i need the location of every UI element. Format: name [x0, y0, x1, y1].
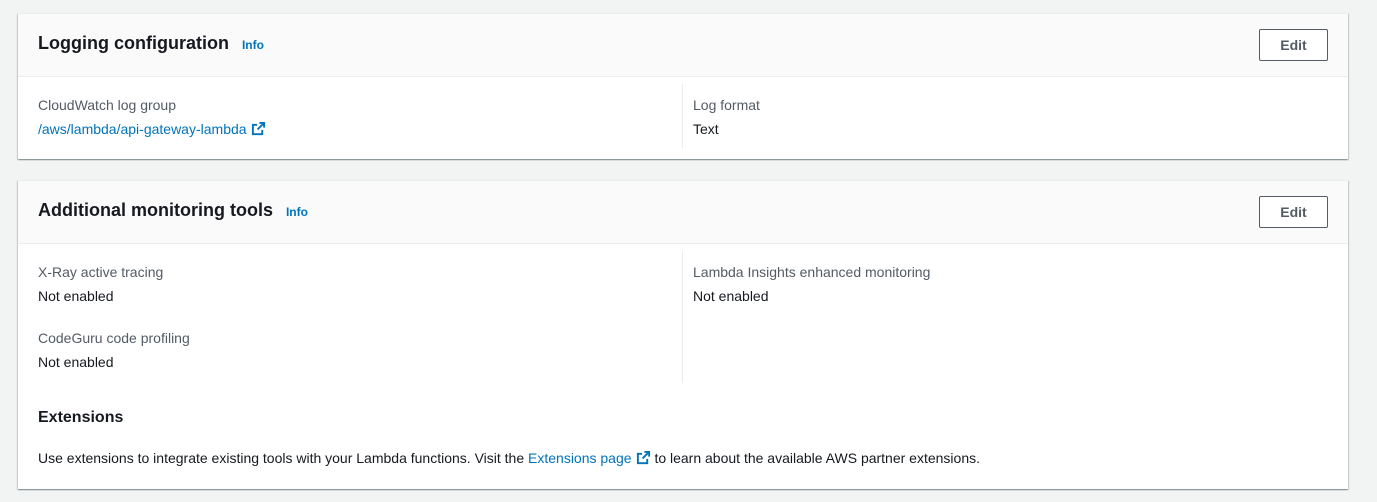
log-format-label: Log format [693, 97, 760, 113]
codeguru-profiling-label: CodeGuru code profiling [38, 330, 190, 346]
log-format-value: Text [693, 121, 719, 137]
logging-configuration-title: Logging configuration Info [38, 33, 264, 54]
lambda-insights-value: Not enabled [693, 288, 769, 304]
logging-info-link[interactable]: Info [242, 38, 264, 52]
additional-monitoring-heading: Additional monitoring tools [38, 200, 273, 220]
monitoring-info-link[interactable]: Info [286, 205, 308, 219]
column-divider [682, 84, 683, 148]
cloudwatch-log-group-link[interactable]: /aws/lambda/api-gateway-lambda [38, 121, 247, 137]
xray-tracing-field: X-Ray active tracing Not enabled [38, 262, 163, 306]
extensions-text-after: to learn about the available AWS partner… [654, 450, 981, 466]
column-divider [682, 251, 683, 383]
additional-monitoring-panel: Additional monitoring tools Info Edit X-… [18, 180, 1348, 489]
external-link-icon[interactable] [251, 121, 266, 141]
logging-edit-button[interactable]: Edit [1259, 29, 1328, 61]
lambda-insights-label: Lambda Insights enhanced monitoring [693, 264, 931, 280]
logging-configuration-panel: Logging configuration Info Edit CloudWat… [18, 13, 1348, 159]
lambda-insights-field: Lambda Insights enhanced monitoring Not … [693, 262, 930, 306]
logging-configuration-heading: Logging configuration [38, 33, 229, 53]
additional-monitoring-title: Additional monitoring tools Info [38, 200, 308, 221]
log-format-field: Log format Text [693, 95, 760, 139]
cloudwatch-log-group-field: CloudWatch log group /aws/lambda/api-gat… [38, 95, 266, 141]
cloudwatch-log-group-label: CloudWatch log group [38, 97, 177, 113]
codeguru-profiling-field: CodeGuru code profiling Not enabled [38, 328, 190, 372]
extensions-heading: Extensions [38, 409, 124, 426]
xray-tracing-value: Not enabled [38, 288, 114, 304]
logging-configuration-header: Logging configuration Info Edit [18, 14, 1348, 77]
codeguru-profiling-value: Not enabled [38, 354, 114, 370]
xray-tracing-label: X-Ray active tracing [38, 264, 164, 280]
extensions-page-link[interactable]: Extensions page [528, 450, 632, 466]
monitoring-edit-button[interactable]: Edit [1259, 196, 1328, 228]
additional-monitoring-header: Additional monitoring tools Info Edit [18, 181, 1348, 244]
extensions-description: Use extensions to integrate existing too… [38, 448, 980, 470]
external-link-icon[interactable] [636, 450, 651, 470]
extensions-text-before: Use extensions to integrate existing too… [38, 450, 525, 466]
